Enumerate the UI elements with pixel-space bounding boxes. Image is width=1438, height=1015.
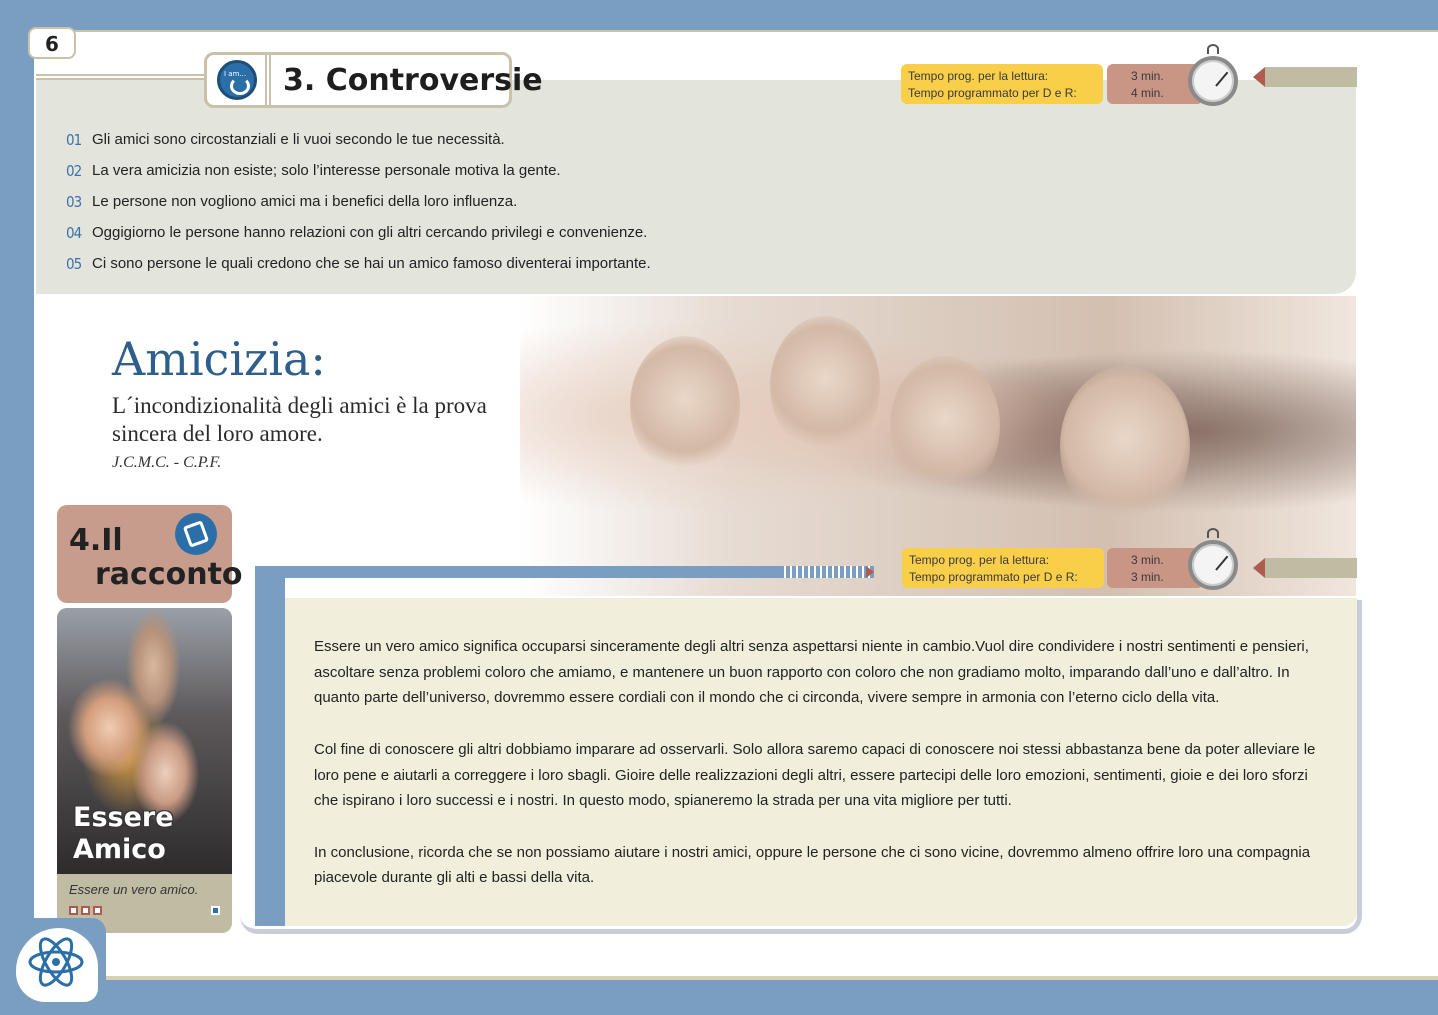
frame-stripes	[780, 566, 874, 578]
story-card[interactable]: Essere Amico Essere un vero amico.	[57, 608, 232, 933]
header-divider	[265, 55, 271, 105]
stopwatch-icon	[1187, 44, 1239, 108]
i-am-icon: I am...	[217, 60, 257, 100]
controversie-timer-labels: Tempo prog. per la lettura: Tempo progra…	[901, 64, 1103, 104]
amicizia-quote: L´incondizionalità degli amici è la prov…	[112, 393, 487, 446]
racconto-label: racconto	[95, 557, 243, 592]
racconto-number: 4.Il	[69, 523, 123, 558]
item-number: 02	[66, 161, 82, 180]
arrow-bar	[1265, 67, 1357, 87]
frame-top-bar	[255, 566, 780, 578]
controversie-list: 01 Gli amici sono circostanziali e li vuo…	[66, 124, 651, 279]
qa-time-label: Tempo programmato per D e R:	[908, 86, 1077, 100]
story-text: Essere un vero amico significa occuparsi…	[314, 634, 1334, 917]
list-item: 03 Le persone non vogliono amici ma i ben…	[66, 186, 651, 217]
reading-time-label: Tempo prog. per la lettura:	[908, 69, 1049, 83]
reading-time-label: Tempo prog. per la lettura:	[909, 553, 1050, 567]
story-paragraph: In conclusione, ricorda che se non possi…	[314, 843, 1311, 887]
story-card-caption: Essere un vero amico.	[69, 882, 199, 897]
amicizia-author: J.C.M.C. - C.P.F.	[112, 454, 222, 471]
item-text: Ci sono persone le quali credono che se …	[92, 255, 651, 272]
frame-arrow-icon	[866, 566, 874, 578]
list-item: 05 Ci sono persone le quali credono che s…	[66, 248, 651, 279]
story-paragraph: Col fine di conoscere gli altri dobbiamo…	[314, 740, 1316, 810]
item-text: Gli amici sono circostanziali e li vuoi …	[92, 131, 505, 148]
story-card-title-line1: Essere	[73, 802, 174, 833]
page-bottom-rule	[34, 976, 1438, 980]
story-card-title: Essere Amico	[73, 802, 174, 866]
controversie-title: 3. Controversie	[283, 63, 543, 98]
list-item: 01 Gli amici sono circostanziali e li vuo…	[66, 124, 651, 155]
story-card-title-line2: Amico	[73, 834, 166, 865]
amicizia-title: Amicizia:	[112, 332, 326, 386]
list-item: 02 La vera amicizia non esiste; solo l’in…	[66, 155, 651, 186]
page-number: 6	[28, 27, 76, 59]
item-number: 03	[66, 192, 82, 211]
racconto-tab: 4.Il racconto	[57, 505, 243, 603]
racconto-timer-labels: Tempo prog. per la lettura: Tempo progra…	[902, 548, 1104, 588]
book-icon	[175, 513, 217, 555]
frame-left-bar	[255, 566, 285, 926]
story-paragraph: Essere un vero amico significa occuparsi…	[314, 638, 1309, 707]
page-dot[interactable]	[93, 906, 102, 915]
item-text: Le persone non vogliono amici ma i benef…	[92, 193, 518, 210]
page-dot[interactable]	[81, 906, 90, 915]
qa-time-label: Tempo programmato per D e R:	[909, 570, 1078, 584]
controversie-header: I am... 3. Controversie	[204, 52, 543, 108]
stopwatch-icon	[1187, 528, 1239, 592]
item-text: La vera amicizia non esiste; solo l’inte…	[92, 162, 561, 179]
item-text: Oggigiorno le persone hanno relazioni co…	[92, 224, 648, 241]
list-item: 04 Oggigiorno le persone hanno relazioni …	[66, 217, 651, 248]
page-dot[interactable]	[69, 906, 78, 915]
brain-atom-icon	[28, 937, 84, 987]
arrow-left-icon	[1253, 67, 1265, 87]
arrow-bar	[1265, 558, 1357, 578]
arrow-left-icon	[1253, 558, 1265, 578]
item-number: 04	[66, 223, 82, 242]
next-page-icon[interactable]	[211, 906, 220, 915]
item-number: 01	[66, 130, 82, 149]
item-number: 05	[66, 254, 82, 273]
